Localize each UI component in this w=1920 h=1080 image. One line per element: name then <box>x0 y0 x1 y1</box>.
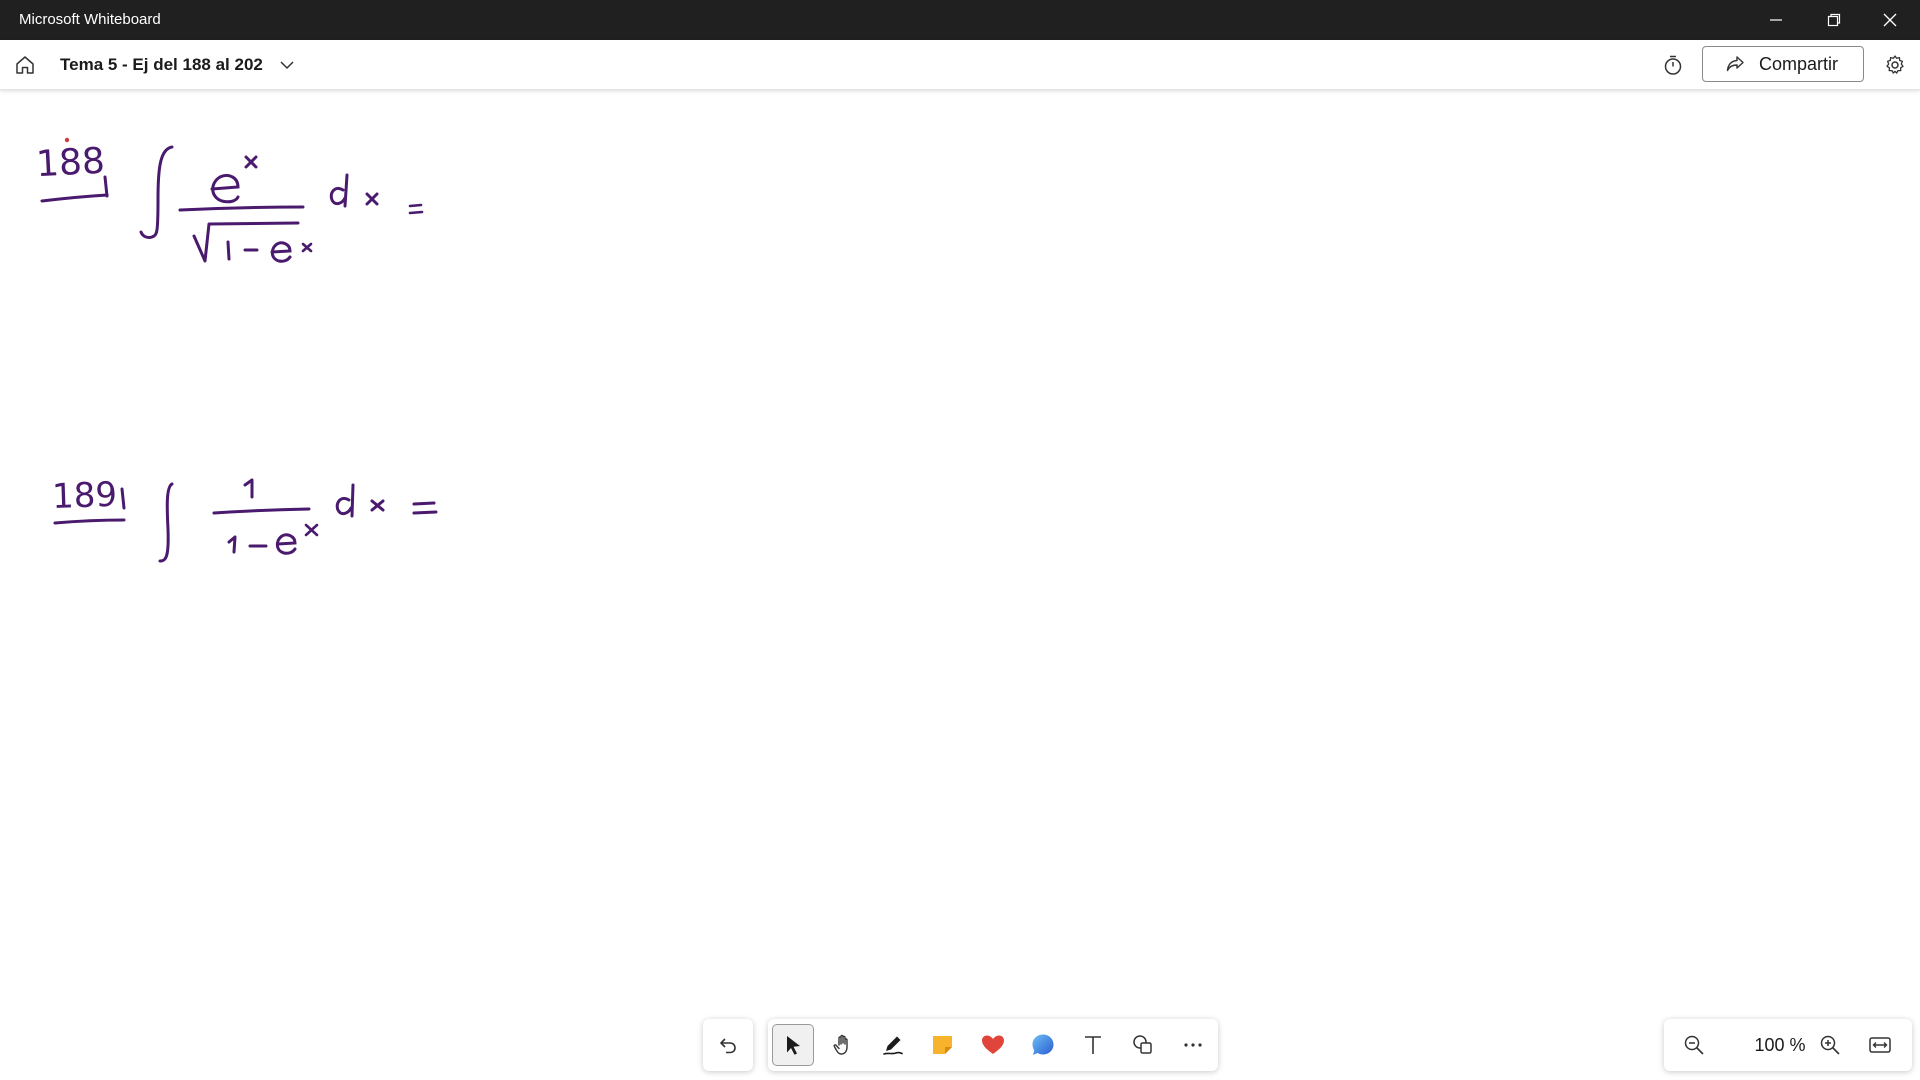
restore-icon <box>1827 13 1841 27</box>
app-title: Microsoft Whiteboard <box>19 11 161 28</box>
share-icon <box>1725 54 1745 74</box>
settings-button[interactable] <box>1878 48 1912 82</box>
timer-icon <box>1664 55 1682 75</box>
whiteboard-canvas[interactable]: 188 189 <box>0 89 1920 1080</box>
text-tool-button[interactable] <box>1072 1024 1114 1066</box>
zoom-controls: 100 % <box>1664 1019 1912 1071</box>
zoom-out-button[interactable] <box>1674 1025 1714 1065</box>
undo-icon <box>720 1038 736 1054</box>
equals-189 <box>412 501 438 515</box>
board-title[interactable]: Tema 5 - Ej del 188 al 202 <box>60 55 263 75</box>
ink-dot <box>64 137 70 143</box>
home-icon <box>16 56 34 74</box>
sticky-note-icon <box>933 1036 952 1054</box>
zoom-in-button[interactable] <box>1810 1025 1850 1065</box>
problem-188-underline <box>40 193 109 203</box>
numerator-x-188 <box>244 155 258 169</box>
pen-icon <box>883 1036 903 1055</box>
text-icon <box>1085 1036 1101 1054</box>
zoom-in-icon <box>1820 1035 1840 1055</box>
problem-188-number: 188 <box>35 141 106 186</box>
fraction-bar-189 <box>212 507 311 515</box>
share-label: Compartir <box>1759 53 1839 74</box>
close-icon <box>1883 13 1897 27</box>
fraction-bar-188 <box>178 205 305 212</box>
zoom-out-icon <box>1684 1035 1704 1055</box>
select-icon <box>787 1036 800 1055</box>
pan-hand-icon <box>833 1034 848 1055</box>
equals-188 <box>408 203 424 215</box>
gear-icon <box>1886 55 1904 74</box>
pen-tool-button[interactable] <box>872 1024 914 1066</box>
numerator-e-188 <box>210 173 240 204</box>
tools-toolbar <box>768 1019 1218 1071</box>
select-tool-button[interactable] <box>772 1024 814 1066</box>
title-bar: Microsoft Whiteboard <box>0 0 1920 40</box>
dx-d-189 <box>335 483 355 518</box>
denominator-x-189 <box>304 523 319 537</box>
undo-button[interactable] <box>707 1024 749 1066</box>
problem-189-number: 189 <box>51 475 117 517</box>
pan-tool-button[interactable] <box>822 1024 864 1066</box>
problem-189-bracket <box>120 487 126 510</box>
problem-189-underline <box>53 518 126 525</box>
timer-button[interactable] <box>1656 48 1690 82</box>
dx-x-188 <box>365 192 379 206</box>
fit-to-screen-button[interactable] <box>1860 1025 1900 1065</box>
denominator-e-189 <box>275 533 297 555</box>
more-tools-button[interactable] <box>1172 1024 1214 1066</box>
denominator-one-188 <box>226 240 231 261</box>
undo-toolbar <box>703 1019 753 1071</box>
ink-layer: 188 189 <box>35 137 438 563</box>
dx-x-189 <box>370 499 385 512</box>
minimize-icon <box>1770 19 1782 21</box>
shapes-tool-button[interactable] <box>1122 1024 1164 1066</box>
chevron-down-icon <box>280 61 294 70</box>
integral-sign-188 <box>139 145 174 239</box>
home-button[interactable] <box>8 48 42 82</box>
more-icon <box>1184 1043 1202 1047</box>
denominator-x-188 <box>301 242 313 253</box>
share-button[interactable]: Compartir <box>1702 46 1864 82</box>
close-button[interactable] <box>1862 0 1918 40</box>
denominator-e-188 <box>270 241 292 263</box>
shapes-icon <box>1133 1035 1152 1054</box>
reactions-heart-icon <box>982 1035 1004 1054</box>
numerator-one-189 <box>243 478 254 499</box>
dx-d-188 <box>329 173 349 208</box>
shapes-bubble-icon <box>1032 1034 1054 1055</box>
integral-sign-189 <box>158 482 174 563</box>
minimize-button[interactable] <box>1748 0 1804 40</box>
board-menu-button[interactable] <box>276 54 298 76</box>
sticky-note-button[interactable] <box>922 1024 964 1066</box>
app-header: Tema 5 - Ej del 188 al 202 Compartir <box>0 40 1920 90</box>
reactions-button[interactable] <box>972 1024 1014 1066</box>
comment-bubble-button[interactable] <box>1022 1024 1064 1066</box>
denominator-one-189 <box>227 535 237 554</box>
restore-button[interactable] <box>1806 0 1862 40</box>
fit-screen-icon <box>1869 1037 1891 1053</box>
problem-188-bracket <box>103 175 109 198</box>
